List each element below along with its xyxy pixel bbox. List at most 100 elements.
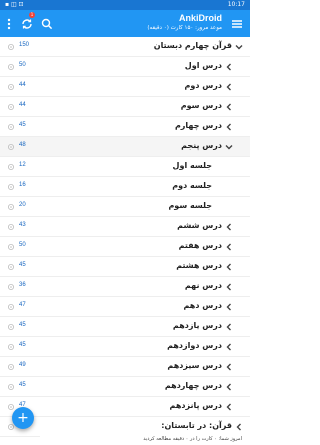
deck-row[interactable]: 16 جلسه دوم (0, 177, 250, 197)
status-bar: ▪ ◫ ⊡ 10:17 (0, 0, 250, 10)
deck-row[interactable]: 12 جلسه اول (0, 157, 250, 177)
deck-row[interactable]: 49 درس سیزدهم (0, 357, 250, 377)
deck-due-count: 50 (19, 62, 26, 68)
deck-name: درس سوم (180, 101, 222, 110)
chevron-left-icon[interactable] (224, 382, 234, 392)
deck-options-icon[interactable] (7, 303, 15, 311)
deck-name: درس ششم (177, 221, 222, 230)
search-icon[interactable] (40, 17, 54, 31)
deck-name: درس دوم (184, 81, 222, 90)
deck-options-icon[interactable] (7, 143, 15, 151)
deck-name: درس نهم (184, 281, 222, 290)
chevron-left-icon[interactable] (224, 222, 234, 232)
deck-due-count: 20 (19, 202, 26, 208)
deck-options-icon[interactable] (7, 123, 15, 131)
deck-row[interactable]: 36 درس نهم (0, 277, 250, 297)
chevron-left-icon[interactable] (224, 262, 234, 272)
deck-options-icon[interactable] (7, 223, 15, 231)
deck-options-icon[interactable] (7, 243, 15, 251)
deck-row[interactable]: 45 درس چهارم (0, 117, 250, 137)
chevron-left-icon[interactable] (224, 102, 234, 112)
chevron-left-icon[interactable] (224, 122, 234, 132)
study-summary: امروز شما: ۰ کارت را در ۰ دقیقه مطالعه ک… (40, 434, 250, 444)
deck-name: درس هفتم (178, 241, 222, 250)
deck-due-count: 45 (19, 122, 26, 128)
sync-icon[interactable] (20, 17, 34, 31)
deck-options-icon[interactable] (7, 283, 15, 291)
deck-row[interactable]: 20 جلسه سوم (0, 197, 250, 217)
deck-list: 150 قرآن چهارم دبستان 50 درس اول 44 درس دوم 44… (0, 37, 250, 445)
deck-options-icon[interactable] (7, 63, 15, 71)
deck-options-icon[interactable] (7, 163, 15, 171)
chevron-left-icon[interactable] (224, 82, 234, 92)
chevron-left-icon[interactable] (224, 282, 234, 292)
chevron-left-icon[interactable] (224, 62, 234, 72)
deck-name: جلسه دوم (172, 181, 212, 190)
deck-row[interactable]: 50 درس اول (0, 57, 250, 77)
hamburger-menu-icon[interactable] (230, 17, 244, 31)
deck-options-icon[interactable] (7, 103, 15, 111)
deck-row[interactable]: 47 درس پانزدهم (0, 397, 250, 417)
deck-row[interactable]: 44 درس دوم (0, 77, 250, 97)
deck-options-icon[interactable] (7, 323, 15, 331)
deck-row[interactable]: 47 درس دهم (0, 297, 250, 317)
deck-name: درس دوازدهم (167, 341, 222, 350)
app-subtitle: موعد مرور: ۱۵۰ کارت (۰ دقیقه) (147, 25, 222, 31)
deck-name: قرآن چهارم دبستان (153, 41, 232, 50)
deck-name: درس هشتم (176, 261, 222, 270)
deck-due-count: 48 (19, 142, 26, 148)
deck-name: درس یازدهم (172, 321, 222, 330)
deck-options-icon[interactable] (7, 43, 15, 51)
deck-row[interactable]: 45 درس چهاردهم (0, 377, 250, 397)
deck-name: درس چهاردهم (164, 381, 222, 390)
deck-due-count: 47 (19, 302, 26, 308)
deck-name: درس دهم (183, 301, 222, 310)
chevron-left-icon[interactable] (224, 302, 234, 312)
deck-row[interactable]: 45 درس یازدهم (0, 317, 250, 337)
sync-badge: 1 (29, 12, 35, 18)
chevron-left-icon[interactable] (224, 242, 234, 252)
deck-name: درس اول (184, 61, 222, 70)
chevron-down-icon[interactable] (224, 142, 234, 152)
chevron-down-icon[interactable] (234, 42, 244, 52)
app-title: AnkiDroid (178, 13, 222, 23)
deck-name: جلسه اول (172, 161, 212, 170)
deck-row[interactable]: 50 درس هفتم (0, 237, 250, 257)
chevron-left-icon[interactable] (224, 342, 234, 352)
deck-options-icon[interactable] (7, 343, 15, 351)
deck-due-count: 16 (19, 182, 26, 188)
deck-row[interactable]: 44 درس سوم (0, 97, 250, 117)
deck-options-icon[interactable] (7, 363, 15, 371)
deck-due-count: 50 (19, 242, 26, 248)
deck-due-count: 45 (19, 382, 26, 388)
chevron-left-icon[interactable] (224, 322, 234, 332)
deck-due-count: 150 (19, 42, 30, 48)
status-time: 10:17 (227, 1, 245, 8)
app-bar: 1 AnkiDroid موعد مرور: ۱۵۰ کارت (۰ دقیقه… (0, 10, 250, 37)
deck-due-count: 45 (19, 342, 26, 348)
deck-row[interactable]: 48 درس پنجم (0, 137, 250, 157)
deck-name: جلسه سوم (168, 201, 212, 210)
deck-options-icon[interactable] (7, 203, 15, 211)
deck-options-icon[interactable] (7, 383, 15, 391)
deck-options-icon[interactable] (7, 183, 15, 191)
deck-due-count: 49 (19, 362, 26, 368)
chevron-left-icon[interactable] (234, 422, 244, 432)
deck-options-icon[interactable] (7, 263, 15, 271)
deck-row[interactable]: 45 درس هشتم (0, 257, 250, 277)
status-icons: ▪ ◫ ⊡ (5, 1, 24, 8)
deck-name: درس پانزدهم (169, 401, 222, 410)
deck-row[interactable]: 43 درس ششم (0, 217, 250, 237)
add-button[interactable]: + (12, 407, 34, 429)
chevron-left-icon[interactable] (224, 362, 234, 372)
deck-options-icon[interactable] (7, 83, 15, 91)
deck-due-count: 44 (19, 82, 26, 88)
deck-name: درس چهارم (174, 121, 222, 130)
more-vertical-icon[interactable] (2, 17, 16, 31)
chevron-left-icon[interactable] (224, 402, 234, 412)
deck-due-count: 12 (19, 162, 26, 168)
deck-row[interactable]: 45 درس دوازدهم (0, 337, 250, 357)
deck-due-count: 45 (19, 262, 26, 268)
deck-row[interactable]: 150 قرآن چهارم دبستان (0, 37, 250, 57)
deck-due-count: 43 (19, 222, 26, 228)
